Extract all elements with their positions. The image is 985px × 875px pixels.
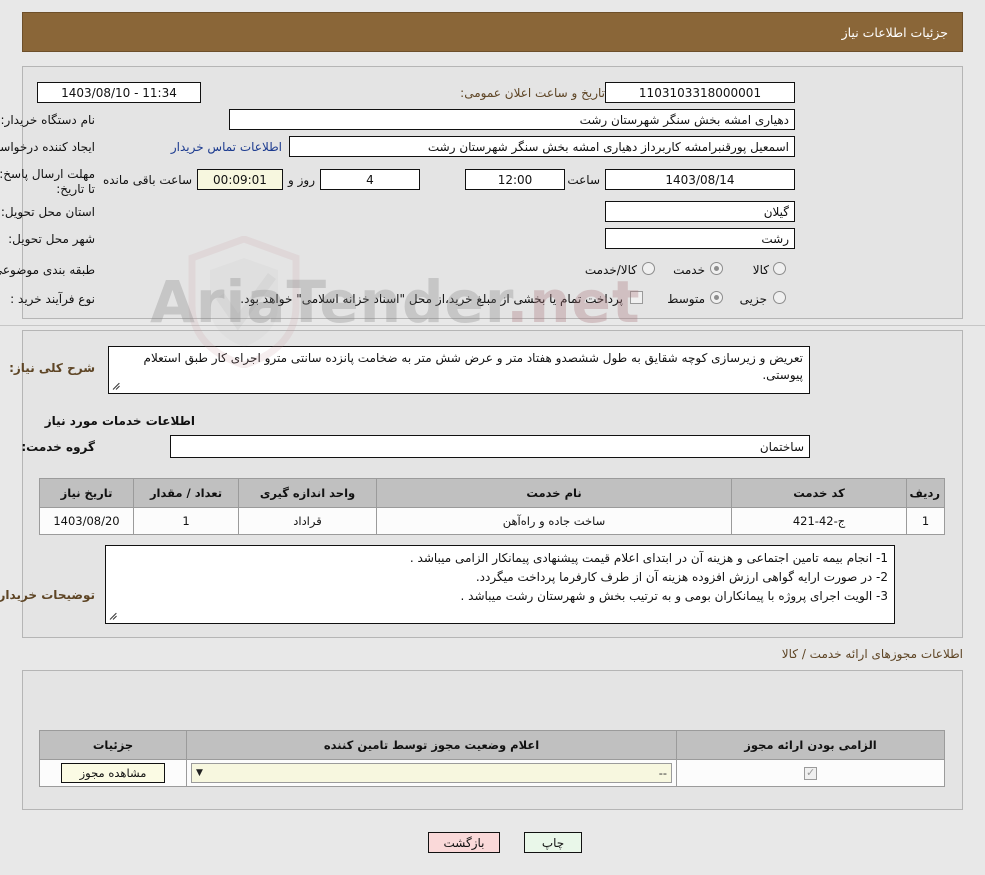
print-button[interactable]: چاپ [524,832,582,853]
col-unit: واحد اندازه گیری [238,478,377,508]
cell-service-name: ساخت جاده و راه‌آهن [376,507,732,535]
permits-table: الزامی بودن ارائه مجوز اعلام وضعیت مجوز … [39,730,945,787]
radio-process-jozi-label: جزیی [739,292,767,306]
general-description-field[interactable]: تعریض و زیرسازی کوچه شقایق به طول ششصدو … [108,346,810,394]
permit-status-select[interactable]: ▼ -- [191,763,672,783]
buyer-note-line-2: 2- در صورت ارایه گواهی ارزش افزوده هزینه… [475,570,888,584]
permit-status-value: -- [658,766,667,780]
col-need-date: تاریخ نیاز [39,478,134,508]
resize-grip-icon[interactable] [109,612,119,622]
chevron-down-icon: ▼ [196,768,203,778]
delivery-province-label: استان محل تحویل: [0,205,95,219]
back-button[interactable]: بازگشت [428,832,500,853]
deadline-date-field[interactable]: 1403/08/14 [605,169,795,190]
col-permit-status: اعلام وضعیت مجوز توسط تامین کننده [186,730,677,760]
col-quantity: تعداد / مقدار [133,478,239,508]
delivery-city-label: شهر محل تحویل: [8,232,95,246]
radio-category-kala-label: کالا [752,263,769,277]
treasury-bond-checkbox[interactable] [630,291,643,304]
cell-permit-required [676,759,945,787]
permits-section-header: اطلاعات مجوزهای ارائه خدمت / کالا [781,647,963,661]
buyer-org-field[interactable]: دهیاری امشه بخش سنگر شهرستان رشت [229,109,795,130]
buyer-notes-field[interactable]: 1- انجام بیمه تامین اجتماعی و هزینه آن د… [105,545,895,624]
services-table-header-row: ردیف کد خدمت نام خدمت واحد اندازه گیری ت… [39,478,945,508]
need-summary-panel [22,66,963,319]
remaining-time-field: 00:09:01 [197,169,283,190]
service-group-label: گروه خدمت: [21,440,95,454]
remaining-hours-label: ساعت باقی مانده [102,173,192,187]
permit-required-checkbox [804,766,817,780]
permits-table-header-row: الزامی بودن ارائه مجوز اعلام وضعیت مجوز … [39,730,945,760]
buyer-note-line-3: 3- الویت اجرای پروژه با پیمانکاران بومی … [460,589,888,603]
request-creator-field[interactable]: اسمعیل پورقنبرامشه کاربرداز دهیاری امشه … [289,136,795,157]
cell-permit-status: ▼ -- [186,759,677,787]
service-group-field[interactable]: ساختمان [170,435,810,458]
deadline-time-field[interactable]: 12:00 [465,169,565,190]
radio-process-motavaset[interactable] [710,291,723,304]
buyer-contact-link[interactable]: اطلاعات تماس خریدار [171,140,282,154]
cell-need-date: 1403/08/20 [39,507,134,535]
general-description-label: شرح کلی نیاز: [9,361,95,375]
radio-category-khedmat-label: خدمت [673,263,705,277]
page-title: جزئیات اطلاعات نیاز [841,24,948,40]
delivery-province-field[interactable]: گیلان [605,201,795,222]
radio-category-kala-khedmat-label: کالا/خدمت [584,263,637,277]
resize-grip-icon[interactable] [112,382,122,392]
remaining-days-field[interactable]: 4 [320,169,420,190]
request-creator-label: ایجاد کننده درخواست: [0,140,95,154]
purchase-process-label: نوع فرآیند خرید : [10,292,95,306]
response-deadline-label: مهلت ارسال پاسخ: تا تاریخ: [0,167,95,196]
announce-datetime-field[interactable]: 1403/08/10 - 11:34 [37,82,201,103]
table-row: ▼ -- مشاهده مجوز [39,759,945,787]
cell-permit-details: مشاهده مجوز [39,759,187,787]
announce-datetime-label: تاریخ و ساعت اعلان عمومی: [460,86,605,100]
table-row: 1 ج-42-421 ساخت جاده و راه‌آهن قراداد 1 … [39,507,945,535]
subject-category-label: طبقه بندی موضوعی: [0,263,95,277]
services-table: ردیف کد خدمت نام خدمت واحد اندازه گیری ت… [39,478,945,535]
radio-category-khedmat[interactable] [710,262,723,275]
radio-process-jozi[interactable] [773,291,786,304]
col-permit-details: جزئیات [39,730,187,760]
col-service-code: کد خدمت [731,478,907,508]
cell-unit: قراداد [238,507,377,535]
view-permit-button[interactable]: مشاهده مجوز [60,763,166,783]
radio-category-kala-khedmat[interactable] [642,262,655,275]
col-service-name: نام خدمت [376,478,732,508]
buyer-org-label: نام دستگاه خریدار: [0,113,96,127]
delivery-city-field[interactable]: رشت [605,228,795,249]
services-info-header: اطلاعات خدمات مورد نیاز [44,414,195,428]
tender-details-page: AriaTender.net جزئیات اطلاعات نیاز شماره… [0,0,985,875]
radio-category-kala[interactable] [773,262,786,275]
general-description-text: تعریض و زیرسازی کوچه شقایق به طول ششصدو … [143,351,803,382]
cell-row: 1 [906,507,945,535]
cell-service-code: ج-42-421 [731,507,907,535]
section-divider-top [0,325,985,326]
need-number-field[interactable]: 1103103318000001 [605,82,795,103]
deadline-hour-label: ساعت [567,173,600,187]
buyer-note-line-1: 1- انجام بیمه تامین اجتماعی و هزینه آن د… [409,551,888,565]
radio-process-motavaset-label: متوسط [667,292,705,306]
col-row: ردیف [906,478,945,508]
col-permit-required: الزامی بودن ارائه مجوز [676,730,945,760]
cell-quantity: 1 [133,507,239,535]
window-title-bar: جزئیات اطلاعات نیاز [22,12,963,52]
days-and-label: روز و [288,173,315,187]
buyer-notes-label: توضیحات خریدار: [0,588,95,602]
treasury-bond-label: پرداخت تمام یا بخشی از مبلغ خرید،از محل … [240,292,623,306]
